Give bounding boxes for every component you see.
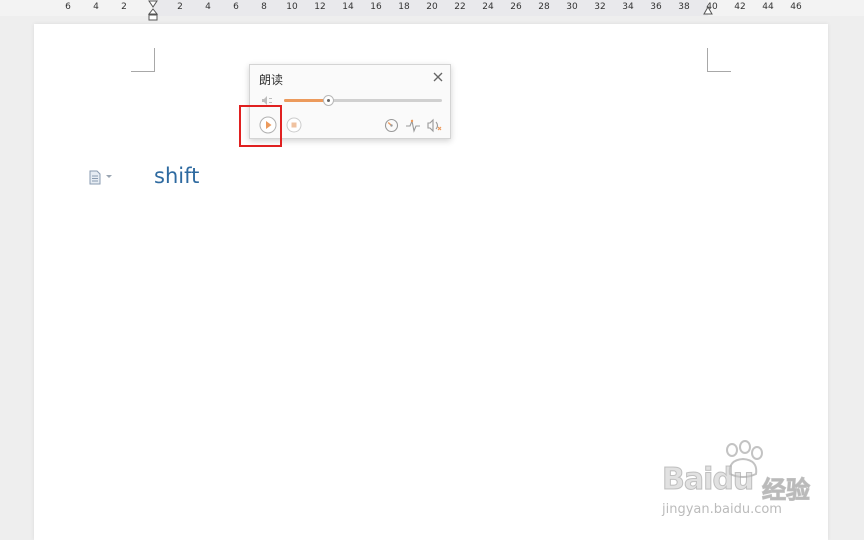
ruler-tick: 6 <box>233 2 239 12</box>
margin-corner-top-left <box>131 48 155 72</box>
ruler-tick: 24 <box>482 2 494 12</box>
watermark-brand: Baidu <box>661 462 754 498</box>
voice-icon[interactable] <box>426 118 442 133</box>
ruler-tick: 14 <box>342 2 354 12</box>
ruler-tick: 16 <box>370 2 382 12</box>
ruler-tick: 26 <box>510 2 522 12</box>
ruler-tick: 12 <box>314 2 326 12</box>
watermark-url: jingyan.baidu.com <box>662 502 782 517</box>
margin-corner-top-right <box>707 48 731 72</box>
ruler-tick: 32 <box>594 2 606 12</box>
ruler-tick: 6 <box>65 2 71 12</box>
ruler-tick: 4 <box>205 2 211 12</box>
volume-slider[interactable] <box>284 95 442 106</box>
ruler-tick: 34 <box>622 2 634 12</box>
horizontal-ruler[interactable]: 6 4 2 2 4 6 8 10 12 14 16 18 20 22 24 26… <box>0 0 864 21</box>
ruler-tick: 2 <box>121 2 127 12</box>
baidu-watermark: Baidu 经验 jingyan.baidu.com <box>660 440 830 525</box>
ruler-tick: 36 <box>650 2 662 12</box>
ruler-numbers: 6 4 2 2 4 6 8 10 12 14 16 18 20 22 24 26… <box>0 0 864 16</box>
right-indent-marker[interactable] <box>702 0 714 16</box>
panel-title: 朗读 <box>259 73 284 87</box>
volume-slider-fill <box>284 99 329 102</box>
ruler-tick: 30 <box>566 2 578 12</box>
ruler-tick: 44 <box>762 2 774 12</box>
left-indent-marker[interactable] <box>147 0 159 22</box>
paragraph-handle[interactable] <box>88 169 118 185</box>
ruler-tick: 38 <box>678 2 690 12</box>
ruler-tick: 8 <box>261 2 267 12</box>
speed-icon[interactable] <box>384 118 399 133</box>
pitch-icon[interactable] <box>405 118 421 133</box>
ruler-tick: 18 <box>398 2 410 12</box>
close-icon[interactable] <box>432 71 444 83</box>
ruler-tick: 10 <box>286 2 298 12</box>
ruler-tick: 22 <box>454 2 466 12</box>
ruler-tick: 2 <box>177 2 183 12</box>
play-button-highlight <box>239 105 282 147</box>
watermark-cn: 经验 <box>762 476 811 505</box>
ruler-tick: 42 <box>734 2 746 12</box>
ruler-tick: 4 <box>93 2 99 12</box>
stop-icon[interactable] <box>286 117 302 133</box>
volume-slider-thumb[interactable] <box>323 95 335 106</box>
chevron-down-icon <box>106 175 112 178</box>
ruler-tick: 28 <box>538 2 550 12</box>
paragraph-marker-icon <box>89 170 101 184</box>
ruler-tick: 46 <box>790 2 802 12</box>
document-text[interactable]: shift <box>154 164 199 188</box>
ruler-tick: 20 <box>426 2 438 12</box>
